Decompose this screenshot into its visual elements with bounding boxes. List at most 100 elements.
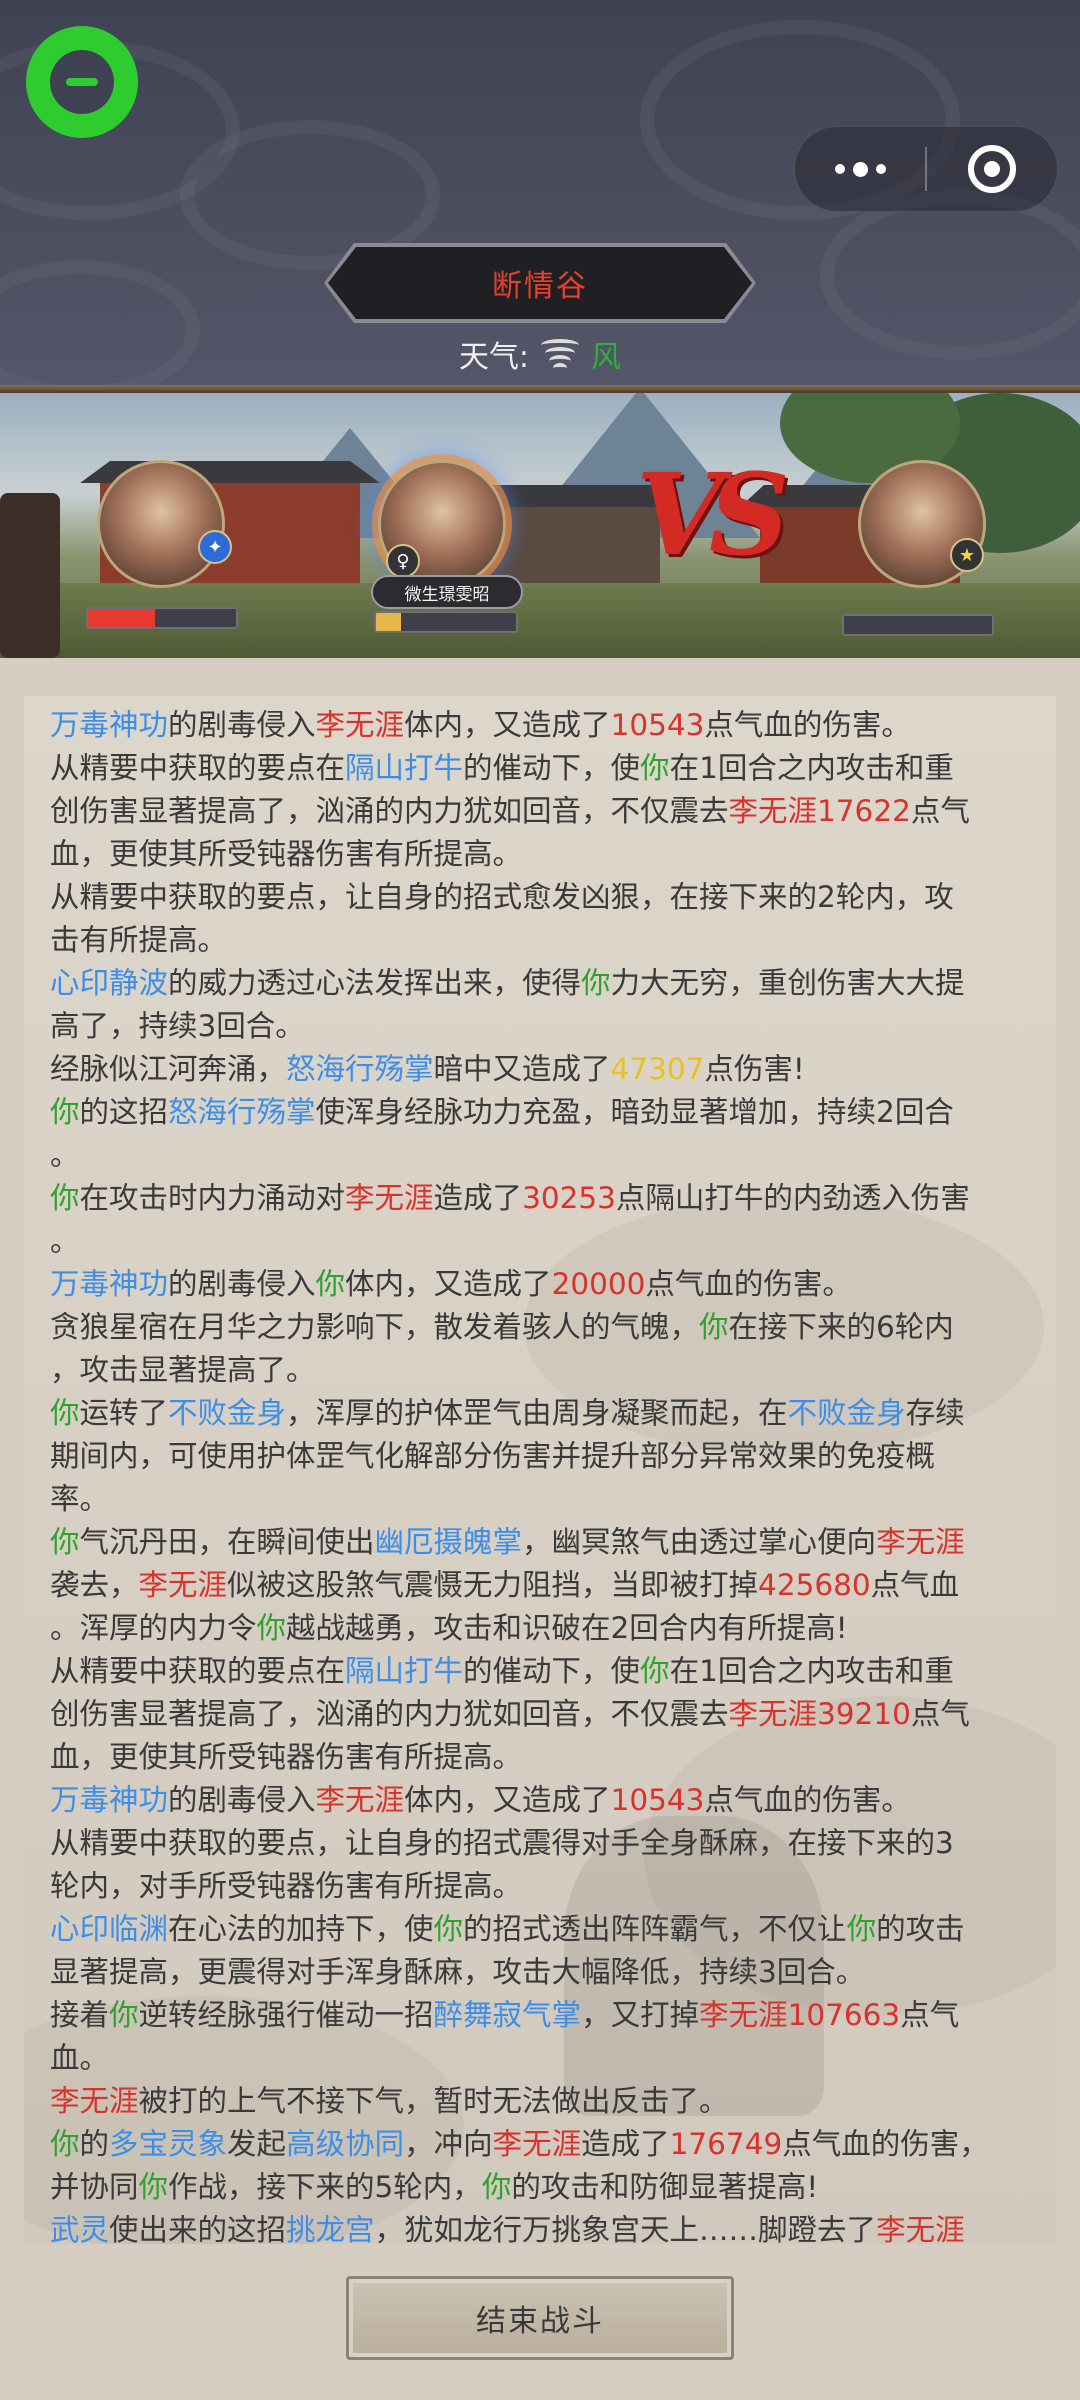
log-keyword: 万毒神功 xyxy=(50,1783,169,1817)
log-text-segment: 的 xyxy=(79,2127,110,2161)
log-keyword: 你 xyxy=(581,966,611,1000)
log-text-segment: 。浑厚的内力令 xyxy=(50,1611,257,1645)
ally-hp-bar xyxy=(86,607,238,629)
ally-avatar[interactable] xyxy=(97,460,225,588)
log-text-segment: 的剧毒侵入 xyxy=(168,708,316,742)
log-line: 血。 xyxy=(50,2037,1030,2080)
log-line: 万毒神功的剧毒侵入李无涯体内，又造成了10543点气血的伤害。 xyxy=(50,1779,1030,1822)
log-keyword: 你 xyxy=(481,2170,512,2204)
log-text-segment: 点气 xyxy=(910,1697,970,1731)
log-line: 。 xyxy=(50,1134,1030,1177)
log-text-segment: 体内，又造成了 xyxy=(404,708,611,742)
player-hp-fill xyxy=(376,613,402,631)
log-text-segment: ，幽冥煞气由透过掌心便向 xyxy=(522,1525,877,1559)
log-text-segment: 的催动下，使 xyxy=(463,1654,641,1688)
close-mini-program-icon[interactable] xyxy=(927,126,1057,212)
log-keyword: 20000 xyxy=(551,1267,646,1301)
end-battle-button[interactable]: 结束战斗 xyxy=(346,2276,734,2360)
log-keyword: 你 xyxy=(50,1396,80,1430)
log-line: 贪狼星宿在月华之力影响下，散发着骇人的气魄，你在接下来的6轮内 xyxy=(50,1306,1030,1349)
log-line: 李无涯被打的上气不接下气，暂时无法做出反击了。 xyxy=(50,2080,1030,2123)
log-text-segment: 点气血的伤害。 xyxy=(704,1783,911,1817)
log-text-segment: 点气 xyxy=(910,794,970,828)
log-text-segment: 发起 xyxy=(227,2127,287,2161)
log-line: 你的这招怒海行殇掌使浑身经脉功力充盈，暗劲显著增加，持续2回合 xyxy=(50,1091,1030,1134)
log-line: 显著提高，更震得对手浑身酥麻，攻击大幅降低，持续3回合。 xyxy=(50,1951,1030,1994)
log-keyword: 高级协同 xyxy=(286,2127,405,2161)
log-text-segment: ，犹如龙行万挑象宫天上……脚蹬去了 xyxy=(374,2213,877,2244)
log-text-segment: 气沉丹田，在瞬间使出 xyxy=(79,1525,375,1559)
log-text-segment: 点伤害! xyxy=(704,1052,805,1086)
more-options-icon[interactable] xyxy=(795,126,925,212)
log-keyword: 你 xyxy=(640,1654,670,1688)
log-text-segment: 体内，又造成了 xyxy=(404,1783,611,1817)
log-keyword: 10543 xyxy=(610,1783,705,1817)
location-banner: 断情谷 xyxy=(328,247,752,319)
log-keyword: 万毒神功 xyxy=(50,708,169,742)
weather-label: 天气: xyxy=(458,340,530,375)
log-text-segment: 袭去， xyxy=(50,1568,139,1602)
player-name-tag: 微生璟雯昭 xyxy=(371,575,523,609)
log-text-segment: 轮内，对手所受钝器伤害有所提高。 xyxy=(50,1869,523,1903)
log-line: 从精要中获取的要点，让自身的招式愈发凶狠，在接下来的2轮内，攻 xyxy=(50,876,1030,919)
log-text-segment: 经脉似江河奔涌， xyxy=(50,1052,287,1086)
log-text-segment: 。 xyxy=(50,1138,80,1172)
battle-log-panel[interactable]: 万毒神功的剧毒侵入李无涯体内，又造成了10543点气血的伤害。 从精要中获取的要点… xyxy=(24,696,1056,2244)
log-text-segment: 率。 xyxy=(50,1482,110,1516)
log-text-segment: 从精要中获取的要点在 xyxy=(50,1654,346,1688)
log-text-segment: 血，更使其所受钝器伤害有所提高。 xyxy=(50,1740,523,1774)
log-text-segment: 显著提高，更震得对手浑身酥麻，攻击大幅降低，持续3回合。 xyxy=(50,1955,866,1989)
log-keyword: 武灵 xyxy=(50,2213,110,2244)
log-line: 期间内，可使用护体罡气化解部分伤害并提升部分异常效果的免疫概 xyxy=(50,1435,1030,1478)
log-keyword: 你 xyxy=(433,1912,464,1946)
log-keyword: 挑龙宫 xyxy=(286,2213,375,2244)
log-keyword: 你 xyxy=(50,1525,80,1559)
log-text-segment: ，浑厚的护体罡气由周身凝聚而起，在 xyxy=(286,1396,788,1430)
log-line: 创伤害显著提高了，汹涌的内力犹如回音，不仅震去李无涯17622点气 xyxy=(50,790,1030,833)
log-text-segment: 的攻击 xyxy=(876,1912,965,1946)
log-line: 创伤害显著提高了，汹涌的内力犹如回音，不仅震去李无涯39210点气 xyxy=(50,1693,1030,1736)
log-line: 并协同你作战，接下来的5轮内，你的攻击和防御显著提高! xyxy=(50,2166,1030,2209)
log-keyword: 你 xyxy=(50,1181,80,1215)
log-text-segment: 的攻击和防御显著提高! xyxy=(511,2170,819,2204)
whirlwind-icon xyxy=(539,333,581,375)
log-text-segment: 的这招 xyxy=(79,1095,169,1129)
log-text-segment: 的招式透出阵阵霸气，不仅让 xyxy=(463,1912,847,1946)
log-keyword: 176749 xyxy=(669,2127,783,2161)
log-text-segment: 接着 xyxy=(50,1998,110,2032)
log-keyword: 47307 xyxy=(610,1052,705,1086)
log-text-segment: 在攻击时内力涌动对 xyxy=(79,1181,346,1215)
log-text-segment: 并协同 xyxy=(50,2170,139,2204)
log-line: 血，更使其所受钝器伤害有所提高。 xyxy=(50,833,1030,876)
log-keyword: 你 xyxy=(138,2170,169,2204)
log-keyword: 30253 xyxy=(522,1181,616,1215)
app-logo-icon[interactable] xyxy=(26,26,138,138)
log-line: 你气沉丹田，在瞬间使出幽厄摄魄掌，幽冥煞气由透过掌心便向李无涯 xyxy=(50,1521,1030,1564)
log-text-segment: 被打的上气不接下气，暂时无法做出反击了。 xyxy=(138,2084,729,2118)
log-text-segment: 期间内，可使用护体罡气化解部分伤害并提升部分异常效果的免疫概 xyxy=(50,1439,936,1473)
log-keyword: 你 xyxy=(846,1912,877,1946)
log-line: 你的多宝灵象发起高级协同，冲向李无涯造成了176749点气血的伤害， xyxy=(50,2123,1030,2166)
weather-row: 天气: 风 xyxy=(0,330,1080,378)
log-line: 。浑厚的内力令你越战越勇，攻击和识破在2回合内有所提高! xyxy=(50,1607,1030,1650)
log-line: 万毒神功的剧毒侵入你体内，又造成了20000点气血的伤害。 xyxy=(50,1263,1030,1306)
log-keyword: 李无涯 xyxy=(138,1568,228,1602)
log-text-segment: 在接下来的6轮内 xyxy=(728,1310,954,1344)
log-line: 击有所提高。 xyxy=(50,919,1030,962)
log-text-segment: 的催动下，使 xyxy=(463,751,641,785)
location-name: 断情谷 xyxy=(492,269,588,304)
log-line: 接着你逆转经脉强行催动一招醉舞寂气掌，又打掉李无涯107663点气 xyxy=(50,1994,1030,2037)
log-line: 高了，持续3回合。 xyxy=(50,1005,1030,1048)
log-keyword: 425680 xyxy=(758,1568,871,1602)
player-hp-bar xyxy=(374,611,518,633)
log-text-segment: 点气血的伤害， xyxy=(782,2127,989,2161)
log-text-segment: 力大无穷，重创伤害大大提 xyxy=(610,966,965,1000)
log-keyword: 你 xyxy=(640,751,670,785)
header-divider xyxy=(0,385,1080,393)
log-keyword: 你 xyxy=(50,1095,80,1129)
battle-log: 万毒神功的剧毒侵入李无涯体内，又造成了10543点气血的伤害。 从精要中获取的要点… xyxy=(50,704,1030,2244)
log-keyword: 10543 xyxy=(610,708,705,742)
log-text-segment: 从精要中获取的要点，让自身的招式愈发凶狠，在接下来的2轮内，攻 xyxy=(50,880,954,914)
log-text-segment: 创伤害显著提高了，汹涌的内力犹如回音，不仅震去 xyxy=(50,1697,729,1731)
log-text-segment: 的威力透过心法发挥出来，使得 xyxy=(168,966,582,1000)
